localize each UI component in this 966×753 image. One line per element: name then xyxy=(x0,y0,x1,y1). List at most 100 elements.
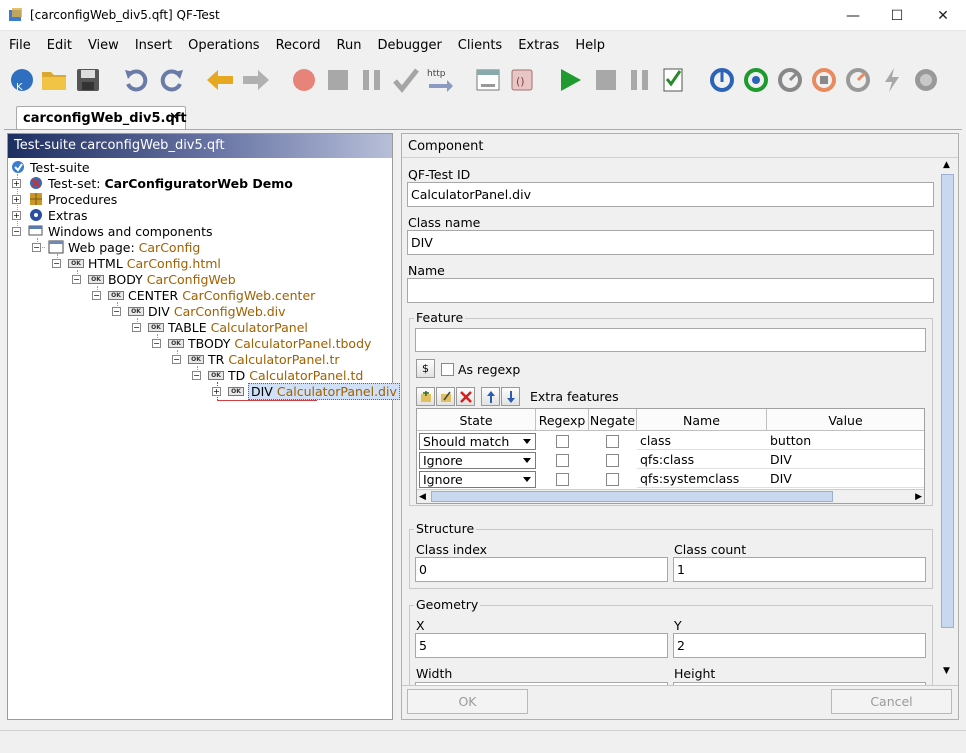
jump-icon[interactable] xyxy=(876,64,908,96)
name-cell-row2[interactable]: qfs:class xyxy=(637,450,767,469)
menu-debugger[interactable]: Debugger xyxy=(372,38,446,53)
tree-node-windows-components[interactable]: Windows and components xyxy=(28,223,213,239)
menu-edit[interactable]: Edit xyxy=(42,38,77,53)
class-index-field[interactable]: 0 xyxy=(415,557,668,582)
tree-node-web-page[interactable]: Web page: CarConfig xyxy=(48,239,200,255)
expand-icon[interactable]: + xyxy=(12,211,21,220)
run-log-icon[interactable] xyxy=(658,64,690,96)
menu-view[interactable]: View xyxy=(83,38,124,53)
column-header-negate[interactable]: Negate xyxy=(589,409,637,431)
name-cell-row3[interactable]: qfs:systemclass xyxy=(637,469,767,488)
http-icon[interactable]: http xyxy=(424,64,456,96)
column-header-name[interactable]: Name xyxy=(637,409,767,431)
close-window-button[interactable]: ✕ xyxy=(920,0,966,31)
step-out-icon[interactable] xyxy=(774,64,806,96)
feature-field[interactable] xyxy=(415,328,926,352)
edit-row-icon[interactable] xyxy=(436,387,455,406)
menu-operations[interactable]: Operations xyxy=(183,38,264,53)
tree-node-procedures[interactable]: Procedures xyxy=(28,191,117,207)
column-header-value[interactable]: Value xyxy=(767,409,924,431)
minimize-button[interactable]: — xyxy=(830,0,876,31)
regexp-checkbox-row1[interactable] xyxy=(556,435,569,448)
save-icon[interactable] xyxy=(72,64,104,96)
scroll-down-icon[interactable]: ▼ xyxy=(943,666,950,676)
tree-node-test-suite[interactable]: Test-suite xyxy=(10,159,90,175)
collapse-icon[interactable]: − xyxy=(52,259,61,268)
replay-icon[interactable] xyxy=(554,64,586,96)
check-icon[interactable] xyxy=(390,64,422,96)
menu-file[interactable]: File xyxy=(4,38,36,53)
tree-node-body[interactable]: OK BODY CarConfigWeb xyxy=(88,271,236,287)
menu-extras[interactable]: Extras xyxy=(513,38,564,53)
class-name-field[interactable]: DIV xyxy=(407,230,934,255)
collapse-icon[interactable]: − xyxy=(192,371,201,380)
collapse-icon[interactable]: − xyxy=(12,227,21,236)
collapse-icon[interactable]: − xyxy=(152,339,161,348)
menu-insert[interactable]: Insert xyxy=(130,38,177,53)
expand-icon[interactable]: + xyxy=(12,179,21,188)
class-count-field[interactable]: 1 xyxy=(673,557,926,582)
skip-over-icon[interactable] xyxy=(808,64,840,96)
table-horizontal-scrollbar[interactable]: ◀ ▶ xyxy=(417,489,924,503)
scroll-left-icon[interactable]: ◀ xyxy=(419,492,426,502)
vertical-scrollbar-thumb[interactable] xyxy=(941,174,954,628)
tree-node-center[interactable]: OK CENTER CarConfigWeb.center xyxy=(108,287,315,303)
record-start-icon[interactable] xyxy=(288,64,320,96)
value-cell-row3[interactable]: DIV xyxy=(767,469,924,488)
regexp-dollar-button[interactable]: $ xyxy=(416,359,435,378)
y-field[interactable]: 2 xyxy=(673,633,926,658)
expand-icon[interactable]: + xyxy=(12,195,21,204)
tree-node-html[interactable]: OK HTML CarConfig.html xyxy=(68,255,221,271)
menu-record[interactable]: Record xyxy=(271,38,326,53)
step-in-icon[interactable] xyxy=(706,64,738,96)
column-header-state[interactable]: State xyxy=(417,409,536,431)
tree-node-div-selected[interactable]: OK DIV CalculatorPanel.div xyxy=(228,382,400,400)
tree-node-test-set[interactable]: Test-set: CarConfiguratorWeb Demo xyxy=(28,175,293,191)
stop-icon[interactable] xyxy=(590,64,622,96)
collapse-icon[interactable]: − xyxy=(32,243,41,252)
menu-help[interactable]: Help xyxy=(570,38,610,53)
collapse-icon[interactable]: − xyxy=(112,307,121,316)
extra-features-table[interactable]: State Regexp Negate Name Value Should ma… xyxy=(416,408,925,504)
move-down-icon[interactable] xyxy=(501,387,520,406)
pause-icon[interactable] xyxy=(624,64,656,96)
value-cell-row2[interactable]: DIV xyxy=(767,450,924,469)
state-combo-row1[interactable]: Should match xyxy=(419,433,536,450)
x-field[interactable]: 5 xyxy=(415,633,668,658)
collapse-icon[interactable]: − xyxy=(172,355,181,364)
test-suite-tree[interactable]: Test-suite carconfigWeb_div5.qft Test-su… xyxy=(7,133,400,720)
tree-node-div[interactable]: OK DIV CarConfigWeb.div xyxy=(128,303,286,319)
as-regexp-checkbox[interactable] xyxy=(441,363,454,376)
negate-checkbox-row2[interactable] xyxy=(606,454,619,467)
tab-carconfigweb-div5[interactable]: carconfigWeb_div5.qft ✕ xyxy=(16,106,187,130)
qfid-field[interactable]: CalculatorPanel.div xyxy=(407,182,934,207)
forward-icon[interactable] xyxy=(240,64,272,96)
name-field[interactable] xyxy=(407,278,934,303)
tree-node-table[interactable]: OK TABLE CalculatorPanel xyxy=(148,319,308,335)
value-cell-row1[interactable]: button xyxy=(767,431,924,450)
scrollbar-thumb[interactable] xyxy=(431,491,833,502)
delete-row-icon[interactable] xyxy=(456,387,475,406)
ok-button[interactable]: OK xyxy=(407,689,528,714)
open-icon[interactable] xyxy=(38,64,70,96)
maximize-button[interactable]: ☐ xyxy=(874,0,920,31)
menu-clients[interactable]: Clients xyxy=(453,38,507,53)
regexp-checkbox-row3[interactable] xyxy=(556,473,569,486)
collapse-icon[interactable]: − xyxy=(132,323,141,332)
tree-node-extras[interactable]: Extras xyxy=(28,207,88,223)
procedure-builder-icon[interactable] xyxy=(472,64,504,96)
move-up-icon[interactable] xyxy=(481,387,500,406)
menu-run[interactable]: Run xyxy=(332,38,367,53)
tree-node-tbody[interactable]: OK TBODY CalculatorPanel.tbody xyxy=(168,335,371,351)
debug-icon[interactable]: () xyxy=(506,64,538,96)
state-combo-row3[interactable]: Ignore xyxy=(419,471,536,488)
state-combo-row2[interactable]: Ignore xyxy=(419,452,536,469)
detail-vertical-scrollbar[interactable]: ▲ ▼ xyxy=(939,158,956,683)
record-stop-icon[interactable] xyxy=(322,64,354,96)
regexp-checkbox-row2[interactable] xyxy=(556,454,569,467)
tree-node-tr[interactable]: OK TR CalculatorPanel.tr xyxy=(188,351,340,367)
negate-checkbox-row1[interactable] xyxy=(606,435,619,448)
column-header-regexp[interactable]: Regexp xyxy=(536,409,589,431)
new-suite-icon[interactable]: K xyxy=(6,64,38,96)
scroll-right-icon[interactable]: ▶ xyxy=(915,492,922,502)
